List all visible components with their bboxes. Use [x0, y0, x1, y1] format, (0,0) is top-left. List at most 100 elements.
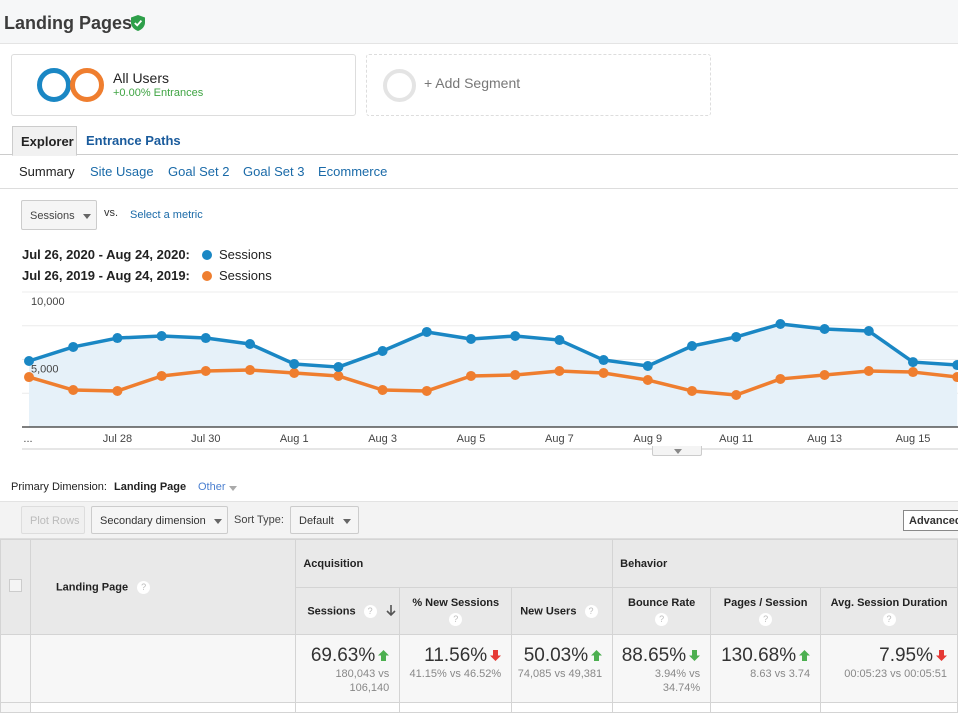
- legend-date-range: Jul 26, 2019 - Aug 24, 2019:: [22, 268, 190, 283]
- landing-page-header[interactable]: Landing Page ?: [29, 539, 297, 635]
- help-icon[interactable]: ?: [363, 604, 377, 618]
- advanced-filter-button[interactable]: Advanced: [903, 510, 958, 531]
- sort-type-label: Sort Type:: [234, 514, 284, 526]
- arrow-up-icon: [799, 650, 811, 662]
- subtab-site-usage[interactable]: Site Usage: [90, 164, 154, 179]
- x-tick-label: Aug 7: [545, 433, 574, 445]
- change-percent: 130.68%: [721, 645, 797, 666]
- arrow-up-icon: [591, 650, 603, 662]
- select-all-checkbox[interactable]: [8, 579, 22, 592]
- arrow-down-icon: [490, 650, 502, 662]
- primary-dimension-other-label: Other: [198, 481, 226, 493]
- summary-comparison-detail: 74,085 vs 49,381: [517, 668, 603, 680]
- chart-collapse-toggle[interactable]: [652, 446, 702, 456]
- sort-type-value: Default: [299, 515, 334, 527]
- tab-entrance-paths[interactable]: Entrance Paths: [78, 126, 189, 155]
- empty-segment-ring-icon: [383, 69, 416, 102]
- summary-row: 69.63% 180,043 vs 106,140 11.56% 41.15% vs …: [0, 634, 958, 703]
- subtab-ecommerce[interactable]: Ecommerce: [318, 164, 387, 179]
- pct-new-sessions-header[interactable]: % New Sessions ?: [399, 587, 513, 635]
- data-point: [819, 323, 830, 334]
- primary-dimension-landing-page[interactable]: Landing Page: [114, 481, 186, 493]
- data-point: [200, 365, 211, 376]
- add-segment-button[interactable]: + Add Segment: [366, 54, 711, 116]
- sessions-header-label: Sessions: [307, 604, 356, 617]
- data-point: [908, 367, 918, 378]
- change-percent: 69.63%: [310, 645, 376, 666]
- help-icon[interactable]: ?: [584, 604, 598, 618]
- legend-dot-orange-icon: [202, 271, 212, 281]
- change-percent: 11.56%: [424, 645, 488, 666]
- sessions-header[interactable]: Sessions ?: [295, 587, 401, 635]
- sort-type-dropdown[interactable]: Default: [290, 506, 359, 534]
- subtab-summary[interactable]: Summary: [19, 164, 75, 179]
- subtab-goal-set-3[interactable]: Goal Set 3: [243, 164, 304, 179]
- legend-dot-blue-icon: [202, 250, 212, 260]
- data-point: [333, 370, 344, 381]
- select-all-cell: [0, 539, 31, 635]
- sort-descending-arrow-icon[interactable]: [386, 605, 396, 617]
- data-point: [421, 326, 432, 337]
- tab-explorer[interactable]: Explorer: [12, 126, 77, 156]
- data-point: [24, 372, 34, 383]
- summary-comparison-detail: 34.74%: [662, 682, 701, 694]
- x-tick-label: Aug 11: [719, 433, 753, 445]
- help-icon[interactable]: ?: [882, 612, 896, 626]
- data-point: [421, 385, 432, 396]
- summary-label-cell: [29, 634, 297, 703]
- page-title: Landing Pages: [4, 13, 133, 33]
- bounce-rate-header[interactable]: Bounce Rate ?: [612, 587, 712, 635]
- x-tick-label: Aug 5: [457, 433, 486, 445]
- data-point: [819, 370, 830, 381]
- y-tick-label: 10,000: [31, 296, 65, 308]
- pct-new-sessions-header-label: % New Sessions: [412, 596, 500, 609]
- segment-entrances-change: +0.00% Entrances: [113, 87, 204, 99]
- summary-change-value: 7.95%: [825, 645, 947, 667]
- summary-change-value: 11.56%: [404, 645, 502, 667]
- summary-comparison-detail: 00:05:23 vs 00:05:51: [844, 668, 947, 680]
- summary-checkbox-cell: [0, 634, 31, 703]
- primary-dimension-label: Primary Dimension:: [11, 481, 107, 493]
- change-percent: 7.95%: [879, 645, 933, 666]
- legend-current-period: Jul 26, 2020 - Aug 24, 2020: Sessions: [22, 247, 272, 262]
- metric-dropdown[interactable]: Sessions: [21, 200, 97, 230]
- pages-per-session-header[interactable]: Pages / Session ?: [710, 587, 822, 635]
- change-percent: 50.03%: [523, 645, 589, 666]
- sessions-chart[interactable]: 10,000 5,000... Jul 28 Jul 30 Aug 1 Aug 3 Aug …: [0, 285, 958, 460]
- new-users-header[interactable]: New Users ?: [511, 587, 614, 635]
- data-point: [377, 345, 388, 356]
- explorer-subtabs: Summary Site Usage Goal Set 2 Goal Set 3…: [0, 155, 958, 189]
- x-tick-label: ...: [23, 433, 32, 445]
- data-point: [112, 333, 123, 344]
- data-point: [112, 385, 123, 396]
- report-header: Landing Pages: [0, 0, 958, 44]
- summary-comparison-detail: 8.63 vs 3.74: [750, 668, 811, 680]
- chevron-down-icon: [214, 519, 222, 524]
- arrow-up-icon: [378, 650, 390, 662]
- secondary-dimension-dropdown[interactable]: Secondary dimension: [91, 506, 228, 534]
- help-icon[interactable]: ?: [137, 580, 151, 594]
- legend-metric: Sessions: [219, 268, 272, 283]
- arrow-down-icon: [936, 650, 947, 662]
- segment-all-users[interactable]: All Users +0.00% Entrances: [11, 54, 356, 116]
- x-tick-label: Aug 13: [807, 433, 842, 445]
- legend-date-range: Jul 26, 2020 - Aug 24, 2020:: [22, 247, 190, 262]
- x-tick-label: Aug 9: [633, 433, 662, 445]
- segment-ring-previous-icon: [70, 68, 104, 102]
- subtab-goal-set-2[interactable]: Goal Set 2: [168, 164, 229, 179]
- summary-comparison-detail: 106,140: [349, 682, 390, 694]
- plot-rows-button[interactable]: Plot Rows: [21, 506, 85, 534]
- help-icon[interactable]: ?: [655, 612, 669, 626]
- y-tick-label: 5,000: [31, 364, 59, 376]
- segment-ring-current-icon: [37, 68, 71, 102]
- data-point: [24, 355, 34, 366]
- primary-dimension-other[interactable]: Other: [198, 481, 237, 493]
- help-icon[interactable]: ?: [449, 612, 463, 626]
- select-comparison-metric-link[interactable]: Select a metric: [130, 209, 203, 221]
- data-point: [377, 385, 388, 396]
- shield-check-icon: [131, 15, 145, 31]
- avg-session-duration-header[interactable]: Avg. Session Duration ?: [820, 587, 958, 635]
- data-point: [333, 362, 344, 373]
- help-icon[interactable]: ?: [759, 612, 773, 626]
- x-tick-label: Jul 30: [191, 433, 220, 445]
